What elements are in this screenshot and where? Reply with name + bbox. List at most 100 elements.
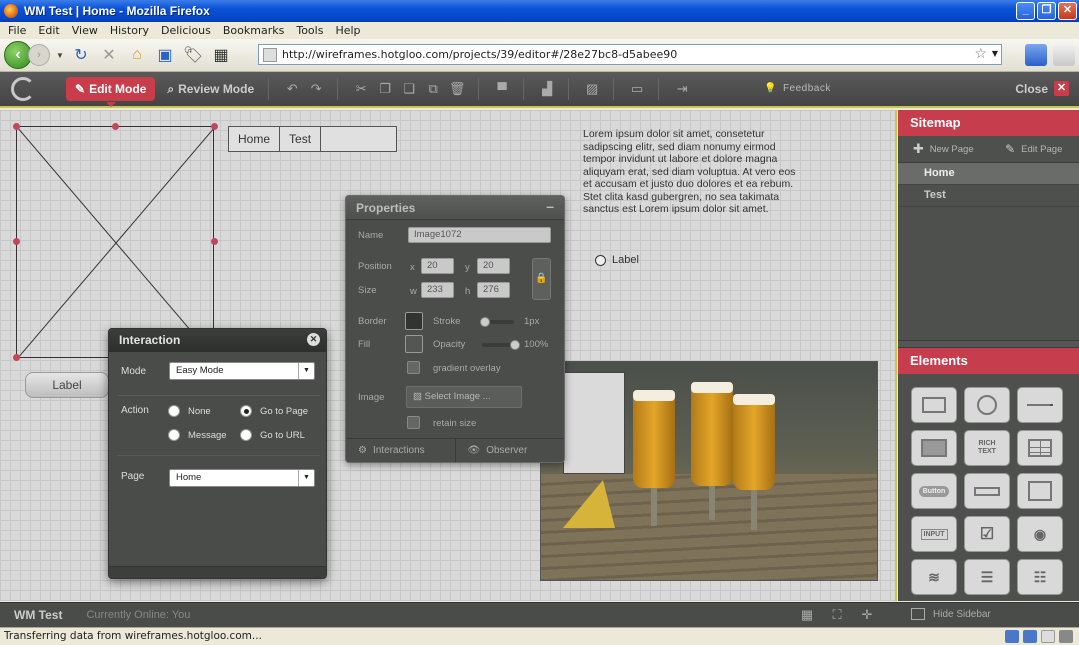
table-element-icon[interactable]	[1017, 430, 1063, 466]
opacity-slider-knob[interactable]	[510, 340, 520, 350]
radio-element-icon[interactable]: ◉	[1017, 516, 1063, 552]
minimize-panel-icon[interactable]: –	[546, 198, 554, 214]
status-network-icon[interactable]	[1023, 630, 1037, 643]
edit-mode-button[interactable]: ✎ Edit Mode	[66, 77, 156, 107]
home-icon[interactable]: ⌂	[126, 44, 148, 66]
crosshair-icon[interactable]: ✛	[858, 607, 876, 623]
position-y-input[interactable]: 20	[477, 258, 510, 274]
stop-icon[interactable]: ✕	[98, 44, 120, 66]
circle-element-icon[interactable]	[964, 387, 1010, 423]
checkbox-element-icon[interactable]: ☑	[964, 516, 1010, 552]
redo-icon[interactable]: ↷	[305, 78, 327, 100]
delete-icon[interactable]: 🗑	[446, 78, 468, 100]
fill-color-swatch[interactable]	[405, 335, 423, 353]
size-h-input[interactable]: 276	[477, 282, 510, 298]
select-image-button[interactable]: ▨ Select Image ...	[406, 386, 522, 408]
grid-icon[interactable]: ▦	[798, 607, 816, 623]
close-editor-button[interactable]: Close ✕	[1015, 81, 1069, 96]
menu-help[interactable]: Help	[329, 24, 366, 37]
tab-empty[interactable]	[321, 127, 396, 151]
name-input[interactable]: Image1072	[408, 227, 551, 243]
mode-select[interactable]: Easy Mode ▼	[169, 362, 315, 380]
checker-icon[interactable]: ▦	[210, 44, 232, 66]
menu-history[interactable]: History	[104, 24, 155, 37]
image-element-icon[interactable]	[911, 430, 957, 466]
url-dropdown-icon[interactable]: ▼	[992, 49, 998, 58]
cut-icon[interactable]: ✂	[350, 78, 372, 100]
bookmark-star-icon[interactable]: ☆	[974, 46, 987, 62]
maximize-button[interactable]: ❐	[1037, 2, 1056, 20]
menu-view[interactable]: View	[66, 24, 104, 37]
reload-icon[interactable]: ↻	[70, 44, 92, 66]
button-element-icon[interactable]: Button	[911, 473, 957, 509]
hide-sidebar-button[interactable]: Hide Sidebar	[911, 608, 991, 620]
copy-icon[interactable]: ❐	[374, 78, 396, 100]
interaction-header[interactable]: Interaction ✕	[109, 329, 326, 352]
layout-icon[interactable]: ▭	[626, 78, 648, 100]
size-w-input[interactable]: 233	[421, 282, 454, 298]
notes-icon[interactable]	[1053, 44, 1075, 66]
close-icon[interactable]: ✕	[307, 333, 320, 346]
rectangle-element-icon[interactable]	[911, 387, 957, 423]
stroke-slider-knob[interactable]	[480, 317, 490, 327]
menu-file[interactable]: File	[2, 24, 32, 37]
dropdown-element-icon[interactable]: ☷	[1017, 559, 1063, 595]
resize-handle[interactable]	[13, 238, 20, 245]
input-element-icon[interactable]: INPUT	[911, 516, 957, 552]
action-goto-url-radio[interactable]: Go to URL	[240, 429, 305, 441]
page-select[interactable]: Home ▼	[169, 469, 315, 487]
resize-handle[interactable]	[211, 238, 218, 245]
list-element-icon[interactable]: ☰	[964, 559, 1010, 595]
lorem-text-block[interactable]: Lorem ipsum dolor sit amet, consetetur s…	[583, 128, 798, 216]
duplicate-icon[interactable]: ⧉	[422, 78, 444, 100]
layers-element-icon[interactable]: ≋	[911, 559, 957, 595]
image-placeholder[interactable]	[16, 126, 215, 359]
undo-icon[interactable]: ↶	[281, 78, 303, 100]
forward-arrow-icon[interactable]: ›	[28, 44, 50, 66]
label-button-widget[interactable]: Label	[25, 372, 109, 398]
properties-header[interactable]: Properties –	[346, 196, 564, 220]
menu-delicious[interactable]: Delicious	[155, 24, 217, 37]
close-window-button[interactable]: ✕	[1058, 2, 1077, 20]
fit-screen-icon[interactable]: ⛶	[828, 607, 846, 623]
menu-bookmarks[interactable]: Bookmarks	[217, 24, 290, 37]
history-dropdown-icon[interactable]: ▼	[56, 51, 64, 60]
observer-tab[interactable]: 👁 Observer	[454, 439, 565, 462]
slider-element-icon[interactable]	[964, 473, 1010, 509]
position-x-input[interactable]: 20	[421, 258, 454, 274]
rectangle-widget[interactable]	[563, 372, 625, 474]
tabs-widget[interactable]: Home Test	[228, 126, 397, 152]
tab-test[interactable]: Test	[280, 127, 322, 151]
lock-icon[interactable]: 🔒	[532, 258, 551, 300]
minimize-button[interactable]: _	[1016, 2, 1035, 20]
resize-handle[interactable]	[112, 123, 119, 130]
menu-tools[interactable]: Tools	[290, 24, 329, 37]
feedback-button[interactable]: 💡 Feedback	[764, 83, 831, 94]
status-addon-icon[interactable]	[1005, 630, 1019, 643]
sitemap-page-home[interactable]: Home	[898, 163, 1079, 185]
rich-text-element-icon[interactable]: RICH TEXT	[964, 430, 1010, 466]
radio-widget[interactable]: Label	[595, 254, 639, 266]
action-goto-page-radio[interactable]: Go to Page	[240, 405, 308, 417]
line-element-icon[interactable]	[1017, 387, 1063, 423]
paste-icon[interactable]: ❏	[398, 78, 420, 100]
resize-handle[interactable]	[13, 123, 20, 130]
border-color-swatch[interactable]	[405, 312, 423, 330]
sidebar-toggle-icon[interactable]: ▣	[154, 44, 176, 66]
bookmarks-icon[interactable]	[1025, 44, 1047, 66]
new-page-button[interactable]: ✚ New Page	[898, 141, 989, 157]
arrange-icon[interactable]: ▟	[536, 78, 558, 100]
form-element-icon[interactable]	[1017, 473, 1063, 509]
action-none-radio[interactable]: None	[168, 405, 211, 417]
tag-icon[interactable]: 🏷	[182, 44, 204, 66]
align-icon[interactable]: ▀	[491, 78, 513, 100]
sidebar-resize-handle[interactable]	[898, 340, 1079, 348]
edit-page-button[interactable]: ✎ Edit Page	[989, 142, 1079, 156]
status-tools-icon[interactable]	[1059, 630, 1073, 643]
address-bar[interactable]: http://wireframes.hotgloo.com/projects/3…	[258, 44, 1002, 65]
menu-edit[interactable]: Edit	[32, 24, 65, 37]
status-mail-icon[interactable]	[1041, 630, 1055, 643]
retain-size-checkbox[interactable]	[407, 416, 420, 429]
resize-handle[interactable]	[13, 354, 20, 361]
interactions-tab[interactable]: ⚙ Interactions	[346, 439, 455, 462]
